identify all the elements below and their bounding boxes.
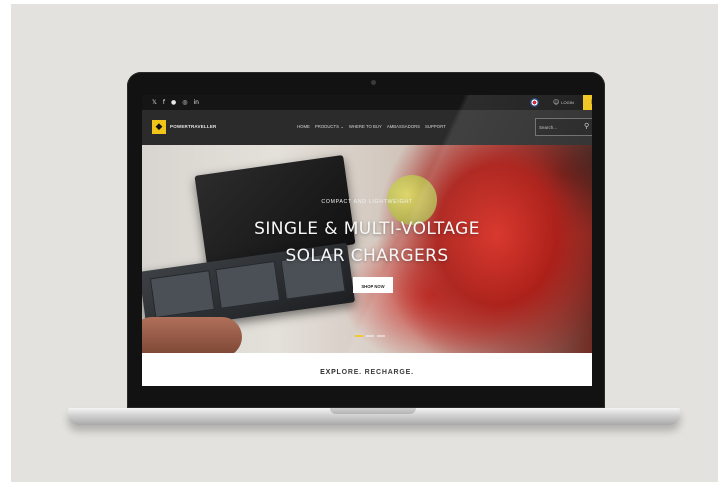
nav-item-where-to-buy[interactable]: WHERE TO BUY bbox=[349, 124, 382, 130]
main-navbar: ◆ POWERTRAVELLER HOME PRODUCTS ⌄ WHERE T… bbox=[142, 110, 592, 145]
login-label: LOGIN bbox=[561, 100, 574, 105]
uk-flag-icon[interactable] bbox=[530, 98, 539, 107]
hero-photo-hand bbox=[142, 317, 242, 353]
hero-title-line2: SOLAR CHARGERS bbox=[285, 246, 449, 266]
nav-item-support[interactable]: SUPPORT bbox=[425, 124, 446, 130]
background: 𝕏 f ● ◎ in ☺ LOGIN ⊞ ◆ POWERTRAVELLER bbox=[11, 4, 718, 482]
cart-icon: ⊞ bbox=[591, 98, 592, 106]
solar-cell bbox=[149, 270, 215, 319]
laptop-screen: 𝕏 f ● ◎ in ☺ LOGIN ⊞ ◆ POWERTRAVELLER bbox=[142, 95, 592, 386]
slider-dot[interactable] bbox=[377, 335, 385, 337]
shop-now-label: SHOP NOW bbox=[361, 283, 385, 289]
user-icon: ☺ bbox=[553, 99, 560, 106]
hero-kicker: COMPACT AND LIGHTWEIGHT bbox=[321, 199, 413, 205]
laptop-notch bbox=[330, 408, 416, 414]
login-link[interactable]: ☺ LOGIN bbox=[553, 99, 574, 106]
twitter-icon[interactable]: 𝕏 bbox=[152, 98, 157, 107]
tagline: EXPLORE. RECHARGE. bbox=[320, 369, 414, 376]
nav-item-products[interactable]: PRODUCTS ⌄ bbox=[315, 124, 344, 130]
shop-now-button[interactable]: SHOP NOW bbox=[353, 277, 393, 293]
cart-button[interactable]: ⊞ bbox=[583, 95, 592, 110]
linkedin-icon[interactable]: in bbox=[193, 98, 198, 107]
search-input[interactable] bbox=[539, 124, 579, 131]
solar-cell bbox=[215, 260, 281, 309]
nav-item-home[interactable]: HOME bbox=[297, 124, 310, 130]
hero-title-line1: SINGLE & MULTI-VOLTAGE bbox=[254, 219, 480, 239]
brand-name[interactable]: POWERTRAVELLER bbox=[170, 124, 216, 129]
top-bar: 𝕏 f ● ◎ in ☺ LOGIN ⊞ bbox=[142, 95, 592, 110]
instagram-icon[interactable]: ◎ bbox=[182, 98, 187, 107]
nav-menu: HOME PRODUCTS ⌄ WHERE TO BUY AMBASSADORS… bbox=[297, 124, 446, 130]
slider-dot[interactable] bbox=[355, 335, 363, 337]
nav-item-ambassadors[interactable]: AMBASSADORS bbox=[387, 124, 420, 130]
search-box: ⚲ bbox=[535, 118, 592, 136]
laptop-bezel: 𝕏 f ● ◎ in ☺ LOGIN ⊞ ◆ POWERTRAVELLER bbox=[127, 72, 605, 408]
slider-dot[interactable] bbox=[366, 335, 374, 337]
camera-icon bbox=[371, 80, 376, 85]
facebook-icon[interactable]: f bbox=[163, 98, 165, 107]
hero-banner: COMPACT AND LIGHTWEIGHT SINGLE & MULTI-V… bbox=[142, 145, 592, 353]
search-icon[interactable]: ⚲ bbox=[584, 122, 589, 130]
youtube-icon[interactable]: ● bbox=[171, 98, 176, 107]
laptop-base bbox=[68, 408, 680, 425]
logo-icon[interactable]: ◆ bbox=[152, 120, 166, 134]
slider-dots bbox=[355, 335, 385, 337]
social-links: 𝕏 f ● ◎ in bbox=[152, 98, 199, 107]
tagline-section: EXPLORE. RECHARGE. bbox=[142, 353, 592, 386]
